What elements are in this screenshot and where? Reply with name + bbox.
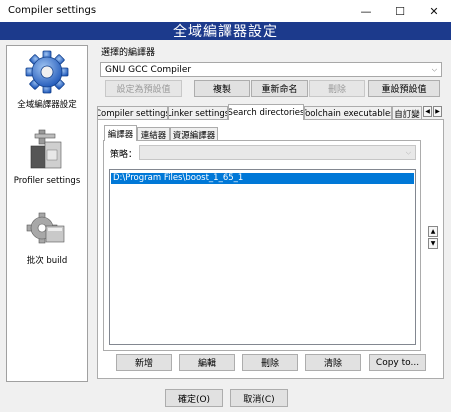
cancel-button[interactable]: 取消(C) (230, 389, 288, 407)
move-down-icon[interactable]: ▼ (428, 238, 438, 249)
sidebar-item-label: 批次 build (26, 256, 68, 266)
header-banner: 全域編譯器設定 (0, 22, 451, 40)
rename-button[interactable]: 重新命名 (251, 80, 308, 97)
move-up-icon[interactable]: ▲ (428, 226, 438, 237)
sidebar-item-label: Profiler settings (13, 176, 81, 186)
profiler-icon (30, 129, 62, 169)
chevron-down-icon: ⌵ (405, 148, 411, 156)
sidebar-item-batch-build[interactable]: 批次 build (7, 210, 87, 270)
tab-toolchain-executables[interactable]: Toolchain executables (304, 106, 392, 120)
dialog-footer (0, 384, 451, 412)
tab-compiler-settings[interactable]: Compiler settings (97, 106, 168, 120)
banner-title: 全域編譯器設定 (173, 24, 278, 40)
set-default-button[interactable]: 設定為預設值 (105, 80, 182, 97)
selected-compiler-label: 選擇的編譯器 (101, 48, 156, 58)
tab-scroll-left-icon[interactable]: ◀ (423, 106, 432, 117)
ok-button[interactable]: 確定(O) (165, 389, 223, 407)
gear-icon (25, 50, 69, 94)
maximize-button[interactable]: ☐ (383, 0, 417, 22)
tab-scroll-right-icon[interactable]: ▶ (433, 106, 442, 117)
delete-button[interactable]: 刪除 (242, 354, 298, 371)
policy-select[interactable]: ⌵ (139, 145, 416, 160)
sidebar-item-label: 全域編譯器設定 (17, 100, 77, 110)
list-item[interactable]: D:\Program Files\boost_1_65_1 (111, 173, 414, 184)
subtab-linker[interactable]: 連結器 (137, 127, 170, 141)
title-bar: Compiler settings — ☐ ✕ (0, 0, 451, 22)
tab-custom-variables[interactable]: 自訂變 (392, 106, 422, 120)
sidebar-item-profiler-settings[interactable]: Profiler settings (7, 128, 87, 190)
subtab-compiler[interactable]: 編譯器 (104, 125, 137, 141)
sidebar-item-global-compiler-settings[interactable]: 全域編譯器設定 (7, 50, 87, 116)
copy-to-button[interactable]: Copy to... (369, 354, 426, 371)
directory-list[interactable]: D:\Program Files\boost_1_65_1 (109, 169, 416, 345)
add-button[interactable]: 新增 (116, 354, 172, 371)
chevron-down-icon: ⌵ (431, 65, 437, 73)
compiler-select-value: GNU GCC Compiler (105, 64, 192, 75)
close-button[interactable]: ✕ (417, 0, 451, 22)
subtab-resource-compiler[interactable]: 資源編譯器 (170, 127, 218, 141)
policy-label: 策略： (110, 150, 138, 160)
batch-build-icon (26, 212, 65, 244)
tab-linker-settings[interactable]: Linker settings (168, 106, 228, 120)
minimize-button[interactable]: — (349, 0, 383, 22)
compiler-select[interactable]: GNU GCC Compiler ⌵ (100, 62, 442, 77)
clear-button[interactable]: 清除 (305, 354, 361, 371)
copy-button[interactable]: 複製 (194, 80, 250, 97)
reset-defaults-button[interactable]: 重設預設值 (368, 80, 440, 97)
tab-search-directories[interactable]: Search directories (228, 104, 304, 120)
edit-button[interactable]: 編輯 (179, 354, 235, 371)
sidebar: 全域編譯器設定 Profiler settings 批次 build (6, 45, 88, 382)
window-title: Compiler settings (8, 5, 97, 16)
delete-compiler-button[interactable]: 刪除 (309, 80, 365, 97)
